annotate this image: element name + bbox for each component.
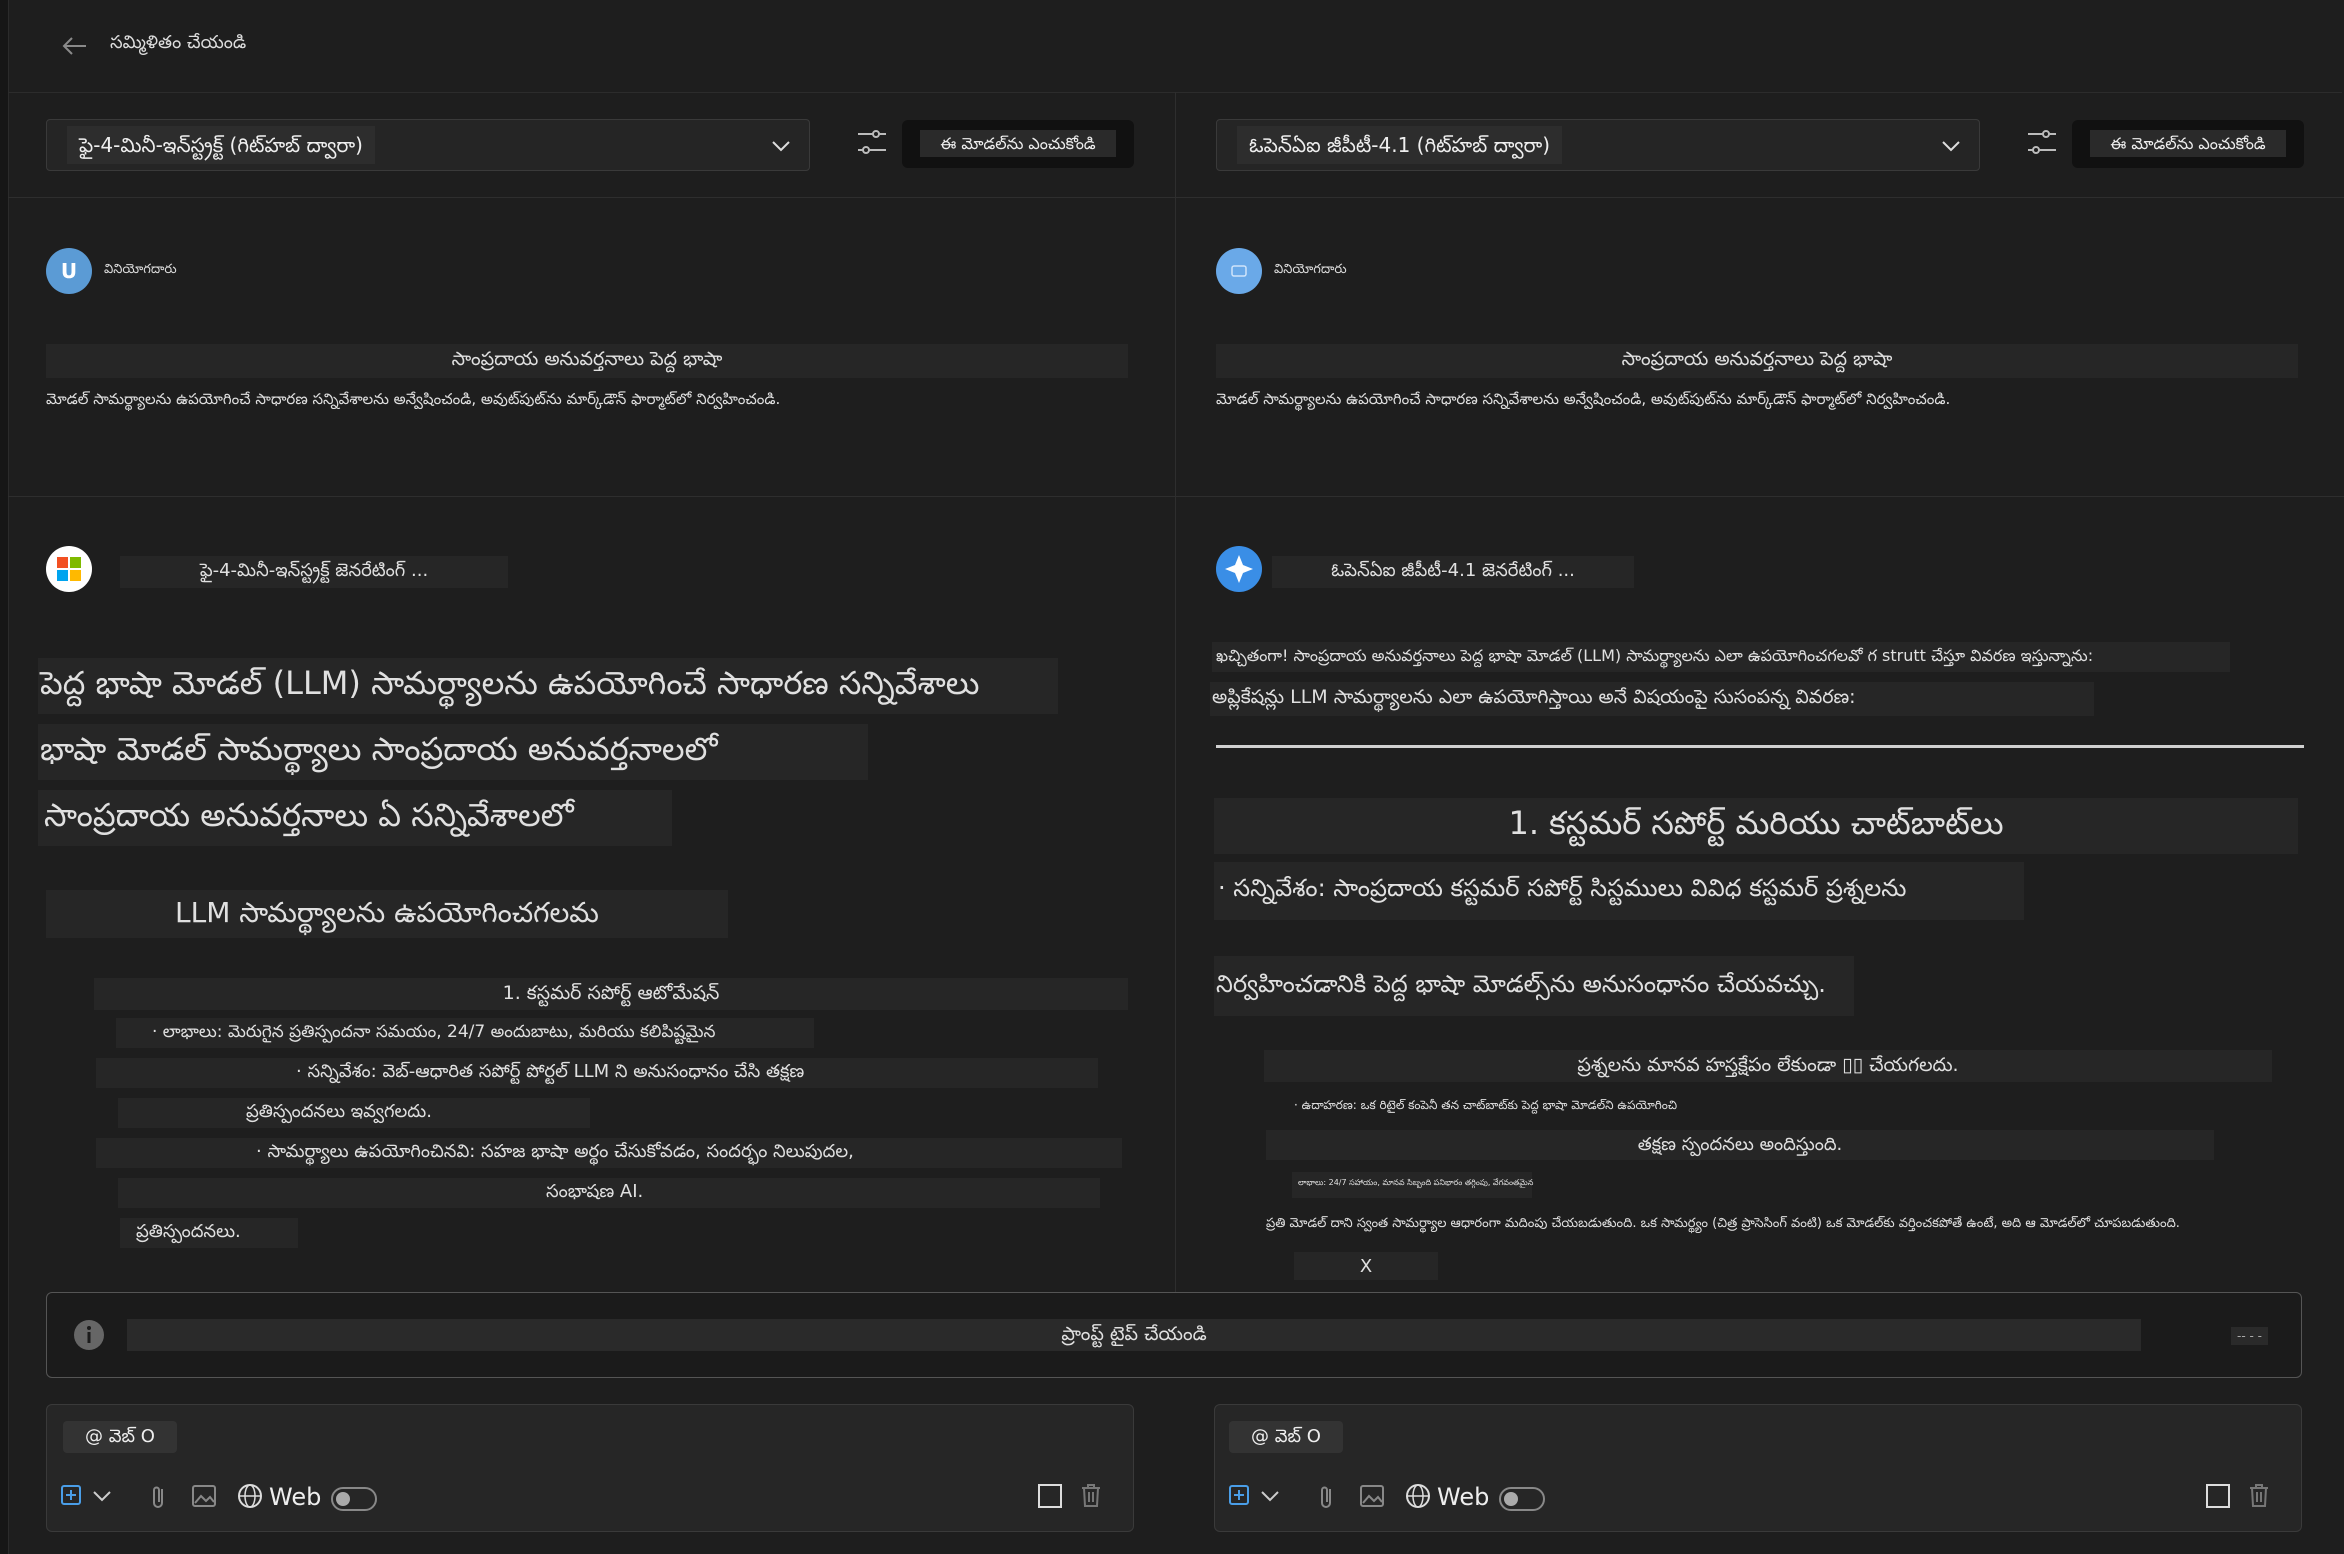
prompt-text: మోడల్ సామర్థ్యాలను ఉపయోగించే సాధారణ సన్న… — [46, 390, 781, 408]
left-composer: @ వెబ్ O Web — [46, 1404, 1134, 1532]
prompt-text: మోడల్ సామర్థ్యాలను ఉపయోగించే సాధారణ సన్న… — [1216, 390, 1951, 408]
square-icon[interactable] — [2205, 1483, 2233, 1511]
trash-icon[interactable] — [2247, 1481, 2275, 1509]
user-avatar — [1216, 248, 1262, 294]
left-model-name: ఫై-4-మినీ-ఇన్‌స్ట్రక్ట్ (గిట్‌హబ్ ద్వారా… — [67, 126, 375, 164]
web-label: Web — [1437, 1483, 1490, 1511]
chevron-down-icon[interactable] — [91, 1485, 119, 1513]
globe-icon — [237, 1483, 265, 1511]
response-line: లాభాలు: 24/7 సహాయం, మానవ సిబ్బంది పనిభార… — [1298, 1178, 1534, 1187]
web-toggle[interactable] — [331, 1487, 377, 1511]
response-heading-line: పెద్ద భాషా మోడల్ (LLM) సామర్థ్యాలను ఉపయో… — [40, 664, 980, 702]
response-intro: అప్లికేషన్లు LLM సామర్థ్యాలను ఎలా ఉపయోగి… — [1212, 686, 1856, 708]
web-chip[interactable]: @ వెబ్ O — [63, 1421, 177, 1453]
horizontal-rule — [1216, 745, 2304, 748]
image-icon[interactable] — [1359, 1483, 1387, 1511]
user-label: వినియోగదారు — [104, 262, 177, 277]
right-model-dropdown[interactable]: ఓపెన్ఏఐ జీపీటీ-4.1 (గిట్‌హబ్ ద్వారా) — [1216, 119, 1980, 171]
settings-sliders-icon[interactable] — [2024, 124, 2060, 160]
back-arrow-icon[interactable] — [58, 30, 98, 62]
prompt-title: సాంప్రదాయ అనువర్తనాలు పెద్ద భాషా — [451, 348, 723, 370]
prompt-title: సాంప్రదాయ అనువర్తనాలు పెద్ద భాషా — [1621, 348, 1893, 370]
right-model-name: ఓపెన్ఏఐ జీపీటీ-4.1 (గిట్‌హబ్ ద్వారా) — [1237, 126, 1563, 164]
left-model-dropdown[interactable]: ఫై-4-మినీ-ఇన్‌స్ట్రక్ట్ (గిట్‌హబ్ ద్వారా… — [46, 119, 810, 171]
prompt-hint: -- - - — [2231, 1327, 2268, 1345]
panel-divider — [1175, 92, 1176, 1292]
response-line: · సన్నివేశం: సాంప్రదాయ కస్టమర్ సపోర్ట్ స… — [1218, 874, 1907, 902]
prompt-placeholder: ప్రాంప్ట్ టైప్ చేయండి — [1061, 1323, 1207, 1345]
sparkle-logo-icon — [1216, 546, 1262, 592]
chevron-down-icon[interactable] — [1259, 1485, 1287, 1513]
response-line: · సామర్థ్యాలు ఉపయోగించినవి: సహజ భాషా అర్… — [256, 1141, 854, 1162]
response-line: నిర్వహించడానికి పెద్ద భాషా మోడల్స్‌ను అన… — [1216, 970, 1826, 998]
attach-icon[interactable] — [1315, 1483, 1343, 1511]
response-line: ప్రతి మోడల్ దాని స్వంత సామర్థ్యాల ఆధారంగ… — [1266, 1216, 2180, 1231]
response-line: ప్రతిస్పందనలు ఇవ్వగలదు. — [246, 1101, 432, 1122]
response-line: ప్రశ్నలను మానవ హస్తక్షేపం లేకుండా ▯▯ చేయ… — [1577, 1054, 1959, 1076]
web-label: Web — [269, 1483, 322, 1511]
response-subheading: LLM సామర్థ్యాలను ఉపయోగించగలమ — [175, 896, 599, 929]
assistant-status: ఓపెన్ఏఐ జీపీటీ-4.1 జెనరేటింగ్ ... — [1331, 560, 1575, 581]
response-line: 1. కస్టమర్ సపోర్ట్ ఆటోమేషన్ — [502, 982, 720, 1004]
user-avatar: U — [46, 248, 92, 294]
response-intro: ఖచ్చితంగా! సాంప్రదాయ అనువర్తనాలు పెద్ద భ… — [1216, 646, 2094, 665]
response-line: · ఉదాహరణ: ఒక రిటైల్ కంపెనీ తన చాట్‌బాట్‌… — [1294, 1098, 1678, 1112]
attach-icon[interactable] — [147, 1483, 175, 1511]
response-heading-line: భాషా మోడల్ సామర్థ్యాలు సాంప్రదాయ అనువర్త… — [40, 730, 718, 768]
add-context-icon[interactable] — [59, 1481, 87, 1509]
response-line: తక్షణ స్పందనలు అందిస్తుంది. — [1637, 1134, 1843, 1155]
divider — [8, 197, 2344, 198]
divider — [8, 496, 2344, 497]
info-icon — [73, 1319, 105, 1351]
prompt-input[interactable]: ప్రాంప్ట్ టైప్ చేయండి -- - - — [46, 1292, 2302, 1378]
left-select-model-button[interactable]: ఈ మోడల్‌ను ఎంచుకోండి — [902, 120, 1134, 168]
image-icon[interactable] — [191, 1483, 219, 1511]
right-composer: @ వెబ్ O Web — [1214, 1404, 2302, 1532]
response-line: ప్రతిస్పందనలు. — [136, 1221, 241, 1242]
page-title: సమ్మిళితం చేయండి — [110, 32, 247, 53]
assistant-status: ఫై-4-మినీ-ఇన్‌స్ట్రక్ట్ జెనరేటింగ్ ... — [199, 560, 429, 581]
add-context-icon[interactable] — [1227, 1481, 1255, 1509]
globe-icon — [1405, 1483, 1433, 1511]
web-chip[interactable]: @ వెబ్ O — [1229, 1421, 1343, 1453]
response-section-title: 1. కస్టమర్ సపోర్ట్ మరియు చాట్‌బాట్‌లు — [1508, 804, 2004, 842]
square-icon[interactable] — [1037, 1483, 1065, 1511]
trash-icon[interactable] — [1079, 1481, 1107, 1509]
settings-sliders-icon[interactable] — [854, 124, 890, 160]
top-bar — [8, 0, 2342, 93]
web-toggle[interactable] — [1499, 1487, 1545, 1511]
user-label: వినియోగదారు — [1274, 262, 1347, 277]
response-heading-line: సాంప్రదాయ అనువర్తనాలు ఏ సన్నివేశాలలో — [44, 796, 574, 834]
response-line: X — [1359, 1256, 1373, 1277]
response-line: సంభాషణ AI. — [546, 1181, 644, 1202]
response-line: · లాభాలు: మెరుగైన ప్రతిస్పందనా సమయం, 24/… — [152, 1022, 716, 1042]
chevron-down-icon — [1939, 134, 1963, 158]
left-edge-strip — [0, 0, 9, 1554]
microsoft-logo-icon — [46, 546, 92, 592]
chevron-down-icon — [769, 134, 793, 158]
response-line: · సన్నివేశం: వెబ్-ఆధారిత సపోర్ట్ పోర్టల్… — [296, 1061, 805, 1082]
right-select-model-button[interactable]: ఈ మోడల్‌ను ఎంచుకోండి — [2072, 120, 2304, 168]
